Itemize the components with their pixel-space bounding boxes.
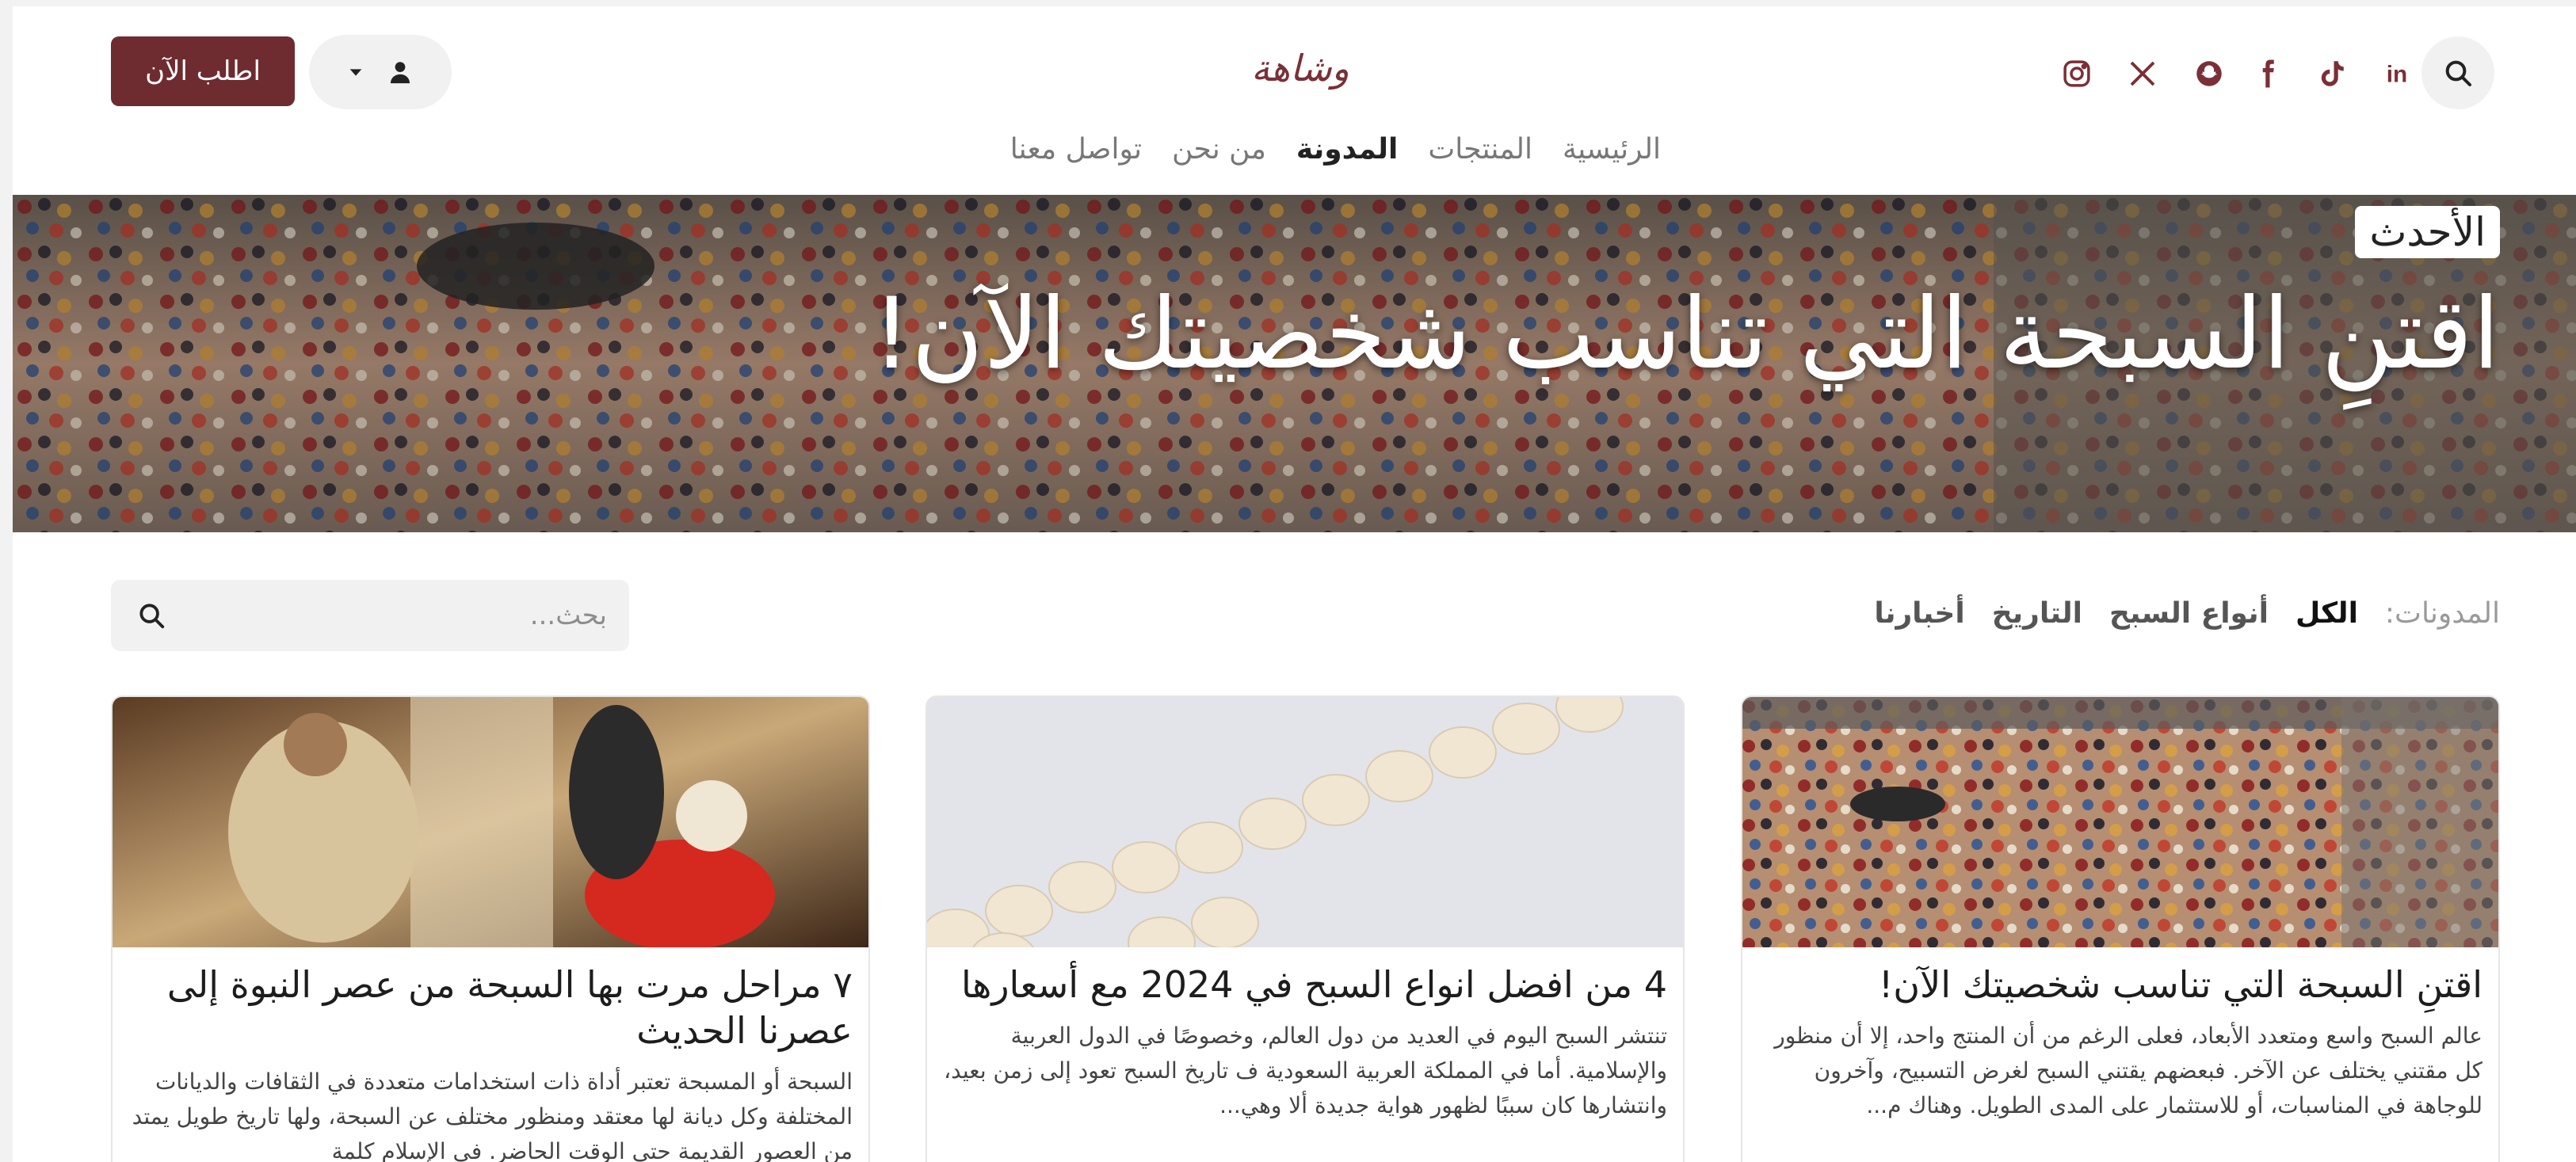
filter-types[interactable]: أنواع السبح [2109,597,2269,630]
filters-label: المدونات: [2384,596,2500,630]
snapchat-link[interactable] [2191,55,2227,92]
card-image[interactable] [927,697,1683,947]
site-logo[interactable]: وشاهة [1249,36,1352,100]
instagram-link[interactable] [2059,55,2095,92]
filter-news[interactable]: أخبارنا [1874,597,1964,630]
blog-filters: المدونات: الكل أنواع السبح التاريخ أخبار… [1874,588,2500,638]
hero-banner[interactable]: الأحدث اقتنِ السبحة التي تناسب شخصيتك ال… [13,195,2576,532]
nav-item-products[interactable]: المنتجات [1428,133,1532,166]
search-icon [139,604,165,629]
search-icon [2445,60,2471,86]
latest-badge: الأحدث [2355,206,2500,258]
tiktok-link[interactable] [2313,55,2349,92]
svg-text:in: in [2387,62,2407,88]
card-title[interactable]: اقتنِ السبحة التي تناسب شخصيتك الآن! [1758,962,2483,1008]
card-excerpt: عالم السبح واسع ومتعدد الأبعاد، فعلى الر… [1774,1023,2483,1118]
tiktok-icon [2321,61,2344,86]
blog-card[interactable]: 4 من افضل انواع السبح في 2024 مع أسعارها… [925,695,1685,1162]
blog-search [111,580,629,651]
linkedin-link[interactable]: in [2379,55,2415,92]
nav-item-blog[interactable]: المدونة [1296,133,1399,166]
card-title[interactable]: ٧ مراحل مرت بها السبحة من عصر النبوة إلى… [128,962,853,1053]
site-header: in وشاهة اطلب الآن الرئيسية المنتجات الم… [13,6,2576,195]
nav-item-contact[interactable]: تواصل معنا [1010,133,1142,166]
search-submit-button[interactable] [133,597,170,634]
logo-text: وشاهة [1251,47,1349,90]
card-excerpt: السبحة أو المسبحة تعتبر أداة ذات استخدام… [132,1069,853,1162]
blog-card[interactable]: اقتنِ السبحة التي تناسب شخصيتك الآن! عال… [1741,695,2500,1162]
account-menu-button[interactable] [309,35,452,109]
search-input[interactable] [170,600,607,631]
snapchat-icon [2196,61,2222,86]
card-excerpt: تنتشر السبح اليوم في العديد من دول العال… [944,1023,1667,1118]
filter-history[interactable]: التاريخ [1992,597,2082,630]
user-icon [390,62,410,84]
instagram-icon [2063,60,2090,87]
card-title[interactable]: 4 من افضل انواع السبح في 2024 مع أسعارها [943,962,1667,1008]
x-icon [2130,61,2155,86]
filter-all[interactable]: الكل [2296,597,2358,630]
blog-card[interactable]: ٧ مراحل مرت بها السبحة من عصر النبوة إلى… [111,695,870,1162]
main-nav: الرئيسية المنتجات المدونة من نحن تواصل م… [979,125,1661,173]
x-link[interactable] [2124,55,2161,92]
facebook-link[interactable] [2249,55,2285,92]
hero-title[interactable]: اقتنِ السبحة التي تناسب شخصيتك الآن! [757,277,2500,391]
nav-item-home[interactable]: الرئيسية [1563,133,1661,166]
linkedin-icon: in [2387,62,2407,88]
chevron-down-icon [349,69,362,76]
nav-item-about[interactable]: من نحن [1172,133,1266,166]
header-search-button[interactable] [2421,36,2494,109]
facebook-icon [2262,59,2274,88]
order-now-button[interactable]: اطلب الآن [111,36,295,106]
card-image[interactable] [113,697,868,947]
card-image[interactable] [1742,697,2498,947]
